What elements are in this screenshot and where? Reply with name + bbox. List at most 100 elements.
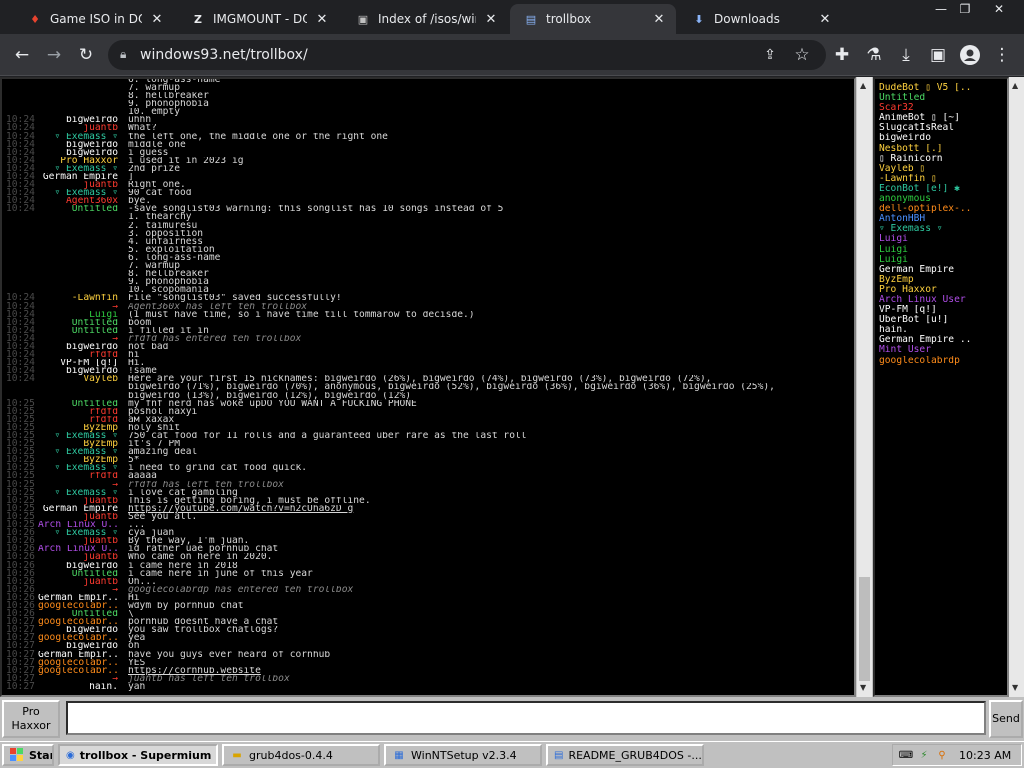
message-nick[interactable]: German Empir.. — [38, 594, 128, 602]
message-nick[interactable]: → — [38, 303, 128, 311]
tab-game-iso[interactable]: ♦ Game ISO in DOSB ✕ — [14, 4, 174, 34]
share-icon[interactable]: ⇪ — [758, 43, 782, 67]
user-list-item[interactable]: ▯ Rainicorn — [879, 154, 1007, 164]
message-nick[interactable]: bigweirdo — [38, 626, 128, 634]
scroll-down-icon[interactable]: ▼ — [860, 683, 866, 692]
message-nick[interactable]: → — [38, 335, 128, 343]
user-list-item[interactable]: Mint User — [879, 345, 1007, 355]
message-nick[interactable]: ▿ Exemass ▿ — [38, 165, 128, 173]
message-nick[interactable]: German Empire — [38, 173, 128, 181]
message-nick[interactable]: googlecolabr.. — [38, 618, 128, 626]
taskbar-item-grub4dos[interactable]: ▬ grub4dos-0.4.4 — [222, 744, 380, 766]
forward-arrow-icon[interactable]: → — [42, 43, 66, 67]
lock-icon[interactable]: 🔒︎ — [120, 47, 126, 62]
close-icon[interactable]: ✕ — [315, 12, 329, 27]
chat-scrollbar-thumb[interactable] — [859, 577, 870, 681]
user-list-item[interactable]: ByzEmp — [879, 275, 1007, 285]
user-list-item[interactable]: Scar32 — [879, 103, 1007, 113]
close-window-button[interactable]: ✕ — [984, 0, 1014, 18]
message-nick[interactable]: rfdfd — [38, 351, 128, 359]
message-nick[interactable]: Untitled — [38, 570, 128, 578]
user-list-item[interactable]: Pro Haxxor — [879, 285, 1007, 295]
user-list-item[interactable]: ▿ Exemass ▿ — [879, 224, 1007, 234]
message-nick[interactable]: → — [38, 481, 128, 489]
message-nick[interactable]: googlecolabr.. — [38, 659, 128, 667]
user-list-item[interactable]: Luigi — [879, 245, 1007, 255]
message-nick[interactable]: juantb — [38, 124, 128, 132]
sidebar-icon[interactable]: ▣ — [926, 43, 950, 67]
message-nick[interactable]: German Empir.. — [38, 651, 128, 659]
user-list-item[interactable]: AntonHBH — [879, 214, 1007, 224]
message-nick[interactable]: -Lawnfin — [38, 294, 128, 302]
tab-downloads[interactable]: ⬇ Downloads ✕ — [678, 4, 842, 34]
message-nick[interactable]: rfdfd — [38, 416, 128, 424]
taskbar-item-winntsetup[interactable]: ▦ WinNTSetup v2.3.4 — [384, 744, 542, 766]
user-list-item[interactable]: Luigi — [879, 255, 1007, 265]
chat-scrollbar[interactable]: ▲ ▼ — [856, 77, 872, 697]
message-nick[interactable]: juantb — [38, 181, 128, 189]
user-list-item[interactable]: UberBot [u!] — [879, 315, 1007, 325]
restore-button[interactable]: ❐ — [950, 0, 980, 18]
address-bar[interactable]: 🔒︎ windows93.net/trollbox/ — [108, 40, 826, 70]
message-nick[interactable]: bigweirdo — [38, 149, 128, 157]
message-nick[interactable]: Untitled — [38, 327, 128, 335]
scroll-up-icon[interactable]: ▲ — [860, 81, 866, 90]
message-nick[interactable]: ▿ Exemass ▿ — [38, 448, 128, 456]
message-nick[interactable]: juantb — [38, 537, 128, 545]
message-nick[interactable]: Arch Linux U.. — [38, 545, 128, 553]
tab-imgmount[interactable]: Z IMGMOUNT - DOSB ✕ — [177, 4, 339, 34]
close-icon[interactable]: ✕ — [484, 12, 498, 27]
user-list-item[interactable]: Luigi — [879, 234, 1007, 244]
scroll-up-icon[interactable]: ▲ — [1012, 81, 1018, 90]
message-nick[interactable]: bigweirdo — [38, 141, 128, 149]
message-nick[interactable]: hain. — [38, 683, 128, 691]
message-nick[interactable]: bigweirdo — [38, 367, 128, 375]
back-arrow-icon[interactable]: ← — [10, 43, 34, 67]
message-nick[interactable]: bigweirdo — [38, 642, 128, 650]
message-nick[interactable]: juantb — [38, 513, 128, 521]
user-list-item[interactable]: googlecolabrdp — [879, 356, 1007, 366]
nickname-button[interactable]: Pro Haxxor — [2, 700, 60, 738]
star-icon[interactable]: ☆ — [790, 43, 814, 67]
start-button[interactable]: Start — [2, 744, 54, 766]
user-list-item[interactable]: EconBot [e!] ✱ — [879, 184, 1007, 194]
extensions-icon[interactable]: ✚ — [830, 43, 854, 67]
user-list-item[interactable]: German Empire — [879, 265, 1007, 275]
clock[interactable]: 10:23 AM — [959, 749, 1011, 762]
user-list-item[interactable]: Nesbott [.] — [879, 144, 1007, 154]
message-nick[interactable]: Agent360x — [38, 197, 128, 205]
message-nick[interactable]: juantb — [38, 578, 128, 586]
message-nick[interactable]: ByzEmp — [38, 440, 128, 448]
message-link[interactable]: https://cornhub.website — [128, 667, 261, 675]
message-nick[interactable]: ▿ Exemass ▿ — [38, 432, 128, 440]
user-list-item[interactable]: AnimeBot ▯ [~] — [879, 113, 1007, 123]
tab-trollbox[interactable]: ▤ trollbox ✕ — [510, 4, 676, 34]
network-icon[interactable]: ⚡ — [917, 748, 931, 762]
message-nick[interactable]: rfdfd — [38, 408, 128, 416]
menu-kebab-icon[interactable]: ⋮ — [990, 43, 1014, 67]
message-nick[interactable]: googlecolabr.. — [38, 667, 128, 675]
message-nick[interactable]: ▿ Exemass ▿ — [38, 464, 128, 472]
user-list-item[interactable]: SlugcatIsReal — [879, 123, 1007, 133]
reload-icon[interactable]: ↻ — [74, 43, 98, 67]
message-nick[interactable]: bigweirdo — [38, 562, 128, 570]
message-nick[interactable]: ByzEmp — [38, 424, 128, 432]
search-icon[interactable]: ⚲ — [935, 748, 949, 762]
user-list-item[interactable]: anonymous — [879, 194, 1007, 204]
message-nick[interactable]: rfdfd — [38, 472, 128, 480]
message-nick[interactable]: → — [38, 586, 128, 594]
message-nick[interactable]: Arch Linux U.. — [38, 521, 128, 529]
message-nick[interactable]: googlecolabr.. — [38, 602, 128, 610]
message-nick[interactable]: Pro Haxxor — [38, 157, 128, 165]
message-nick[interactable]: ▿ Exemass ▿ — [38, 133, 128, 141]
user-list-scrollbar[interactable]: ▲ ▼ — [1009, 77, 1024, 697]
message-input[interactable] — [66, 701, 986, 735]
message-nick[interactable]: German Empire — [38, 505, 128, 513]
chat-log-panel[interactable]: 6. long-ass-name 7. warmup 8. hellbreaker 9… — [0, 77, 856, 697]
taskbar-item-readme[interactable]: ▤ README_GRUB4DOS -... — [546, 744, 704, 766]
user-list-item[interactable]: VP-FM [q!] — [879, 305, 1007, 315]
message-nick[interactable]: Untitled — [38, 205, 128, 213]
message-nick[interactable]: ByzEmp — [38, 456, 128, 464]
keyboard-icon[interactable]: ⌨ — [899, 748, 913, 762]
message-nick[interactable]: googlecolabr.. — [38, 634, 128, 642]
